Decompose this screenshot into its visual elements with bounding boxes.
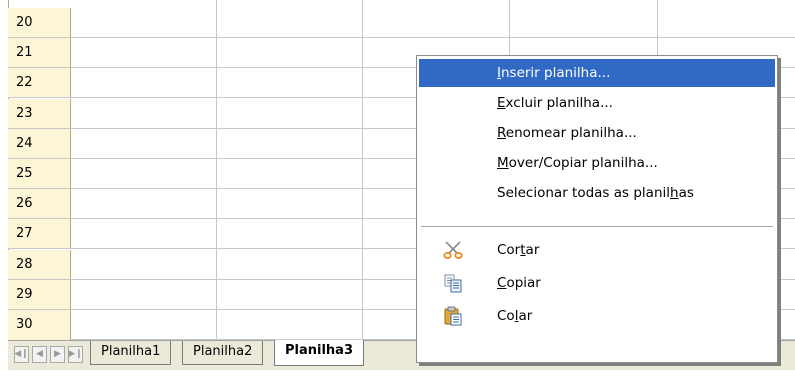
menu-item-copy[interactable]: Copiar (419, 269, 775, 297)
menu-item-accelerator: R (497, 125, 506, 141)
next-sheet-button[interactable]: ▶ (50, 346, 65, 363)
menu-item-accelerator: M (497, 155, 509, 171)
row-header[interactable]: 23 (8, 98, 71, 128)
menu-item-label: Cor (497, 242, 521, 258)
menu-item-label: ar (518, 308, 533, 324)
menu-separator (421, 226, 773, 227)
menu-item-label: nserir planilha... (500, 65, 611, 81)
scissors-icon (443, 241, 463, 259)
row-header[interactable]: 20 (8, 8, 71, 37)
menu-item-label: Selecionar todas as planil (497, 185, 671, 201)
tab-planilha2[interactable]: Planilha2 (182, 341, 264, 365)
row-header[interactable]: 24 (8, 128, 71, 158)
menu-item-move-copy-sheet[interactable]: Mover/Copiar planilha... (419, 149, 775, 177)
row-header[interactable]: 21 (8, 38, 71, 68)
row-header[interactable]: 27 (8, 219, 71, 249)
menu-item-label: over/Copiar planilha... (508, 155, 658, 171)
menu-item-label: xcluir planilha... (505, 95, 613, 111)
menu-item-accelerator: E (497, 95, 506, 111)
menu-item-insert-sheet[interactable]: Inserir planilha... (419, 59, 775, 87)
menu-item-label: Co (497, 308, 515, 324)
first-sheet-button[interactable]: ◀❙ (14, 346, 29, 363)
menu-item-cut[interactable]: Cortar (419, 236, 775, 264)
row-header[interactable]: 26 (8, 189, 71, 219)
last-sheet-button[interactable]: ▶❙ (68, 346, 83, 363)
menu-item-select-all-sheets[interactable]: Selecionar todas as planilhas (419, 179, 775, 207)
menu-item-rename-sheet[interactable]: Renomear planilha... (419, 119, 775, 147)
row-header[interactable]: 22 (8, 68, 71, 98)
menu-item-label: opiar (506, 275, 541, 291)
sheet-context-menu: Inserir planilha... Excluir planilha... … (416, 55, 778, 363)
menu-item-paste[interactable]: Colar (419, 302, 775, 330)
menu-item-label: as (678, 185, 694, 201)
tab-planilha1[interactable]: Planilha1 (90, 341, 172, 365)
menu-item-delete-sheet[interactable]: Excluir planilha... (419, 89, 775, 117)
row-header[interactable]: 29 (8, 279, 71, 309)
menu-item-label: enomear planilha... (505, 125, 637, 141)
paste-icon (444, 306, 462, 326)
row-header[interactable]: 28 (8, 249, 71, 279)
menu-item-label: ar (525, 242, 540, 258)
tab-planilha3[interactable]: Planilha3 (274, 340, 364, 366)
previous-sheet-button[interactable]: ◀ (32, 346, 47, 363)
table-row[interactable]: 20 (8, 8, 795, 38)
row-header[interactable]: 25 (8, 159, 71, 188)
copy-icon (444, 274, 462, 293)
row-header[interactable]: 30 (8, 310, 71, 340)
menu-item-accelerator: h (670, 185, 679, 201)
